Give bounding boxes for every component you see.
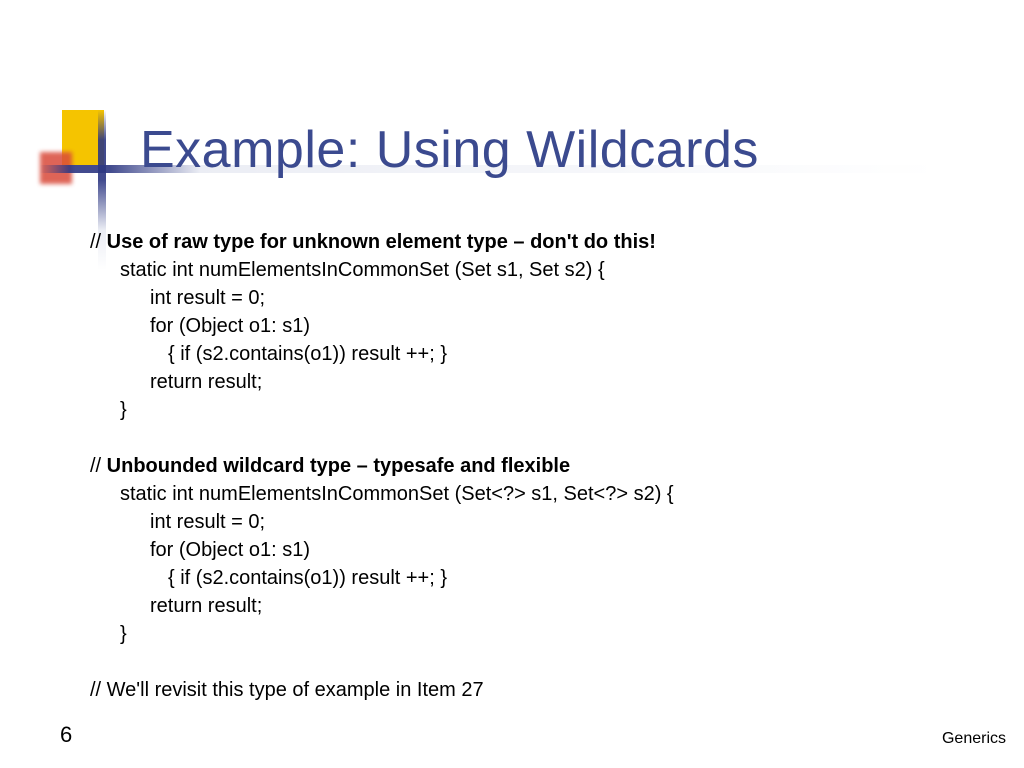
code2-return: return result; xyxy=(90,592,674,620)
footer-label: Generics xyxy=(942,730,1006,748)
slide-decoration xyxy=(40,110,130,200)
code1-if: { if (s2.contains(o1)) result ++; } xyxy=(90,340,674,368)
page-number: 6 xyxy=(60,722,72,748)
slide-body: // Use of raw type for unknown element t… xyxy=(90,228,674,704)
code2-result-init: int result = 0; xyxy=(90,508,674,536)
slide-title: Example: Using Wildcards xyxy=(140,120,759,180)
spacer xyxy=(90,424,674,452)
code2-signature: static int numElementsInCommonSet (Set<?… xyxy=(90,480,674,508)
comment-wildcard: // Unbounded wildcard type – typesafe an… xyxy=(90,452,674,480)
code1-for: for (Object o1: s1) xyxy=(90,312,674,340)
code2-if: { if (s2.contains(o1)) result ++; } xyxy=(90,564,674,592)
code1-signature: static int numElementsInCommonSet (Set s… xyxy=(90,256,674,284)
comment-raw-type: // Use of raw type for unknown element t… xyxy=(90,228,674,256)
comment-wildcard-text: Unbounded wildcard type – typesafe and f… xyxy=(107,455,570,477)
code1-close: } xyxy=(90,396,674,424)
code2-close: } xyxy=(90,620,674,648)
comment-raw-type-text: Use of raw type for unknown element type… xyxy=(107,231,656,253)
code2-for: for (Object o1: s1) xyxy=(90,536,674,564)
code1-result-init: int result = 0; xyxy=(90,284,674,312)
comment-revisit: // We'll revisit this type of example in… xyxy=(90,676,674,704)
spacer xyxy=(90,648,674,676)
code1-return: return result; xyxy=(90,368,674,396)
